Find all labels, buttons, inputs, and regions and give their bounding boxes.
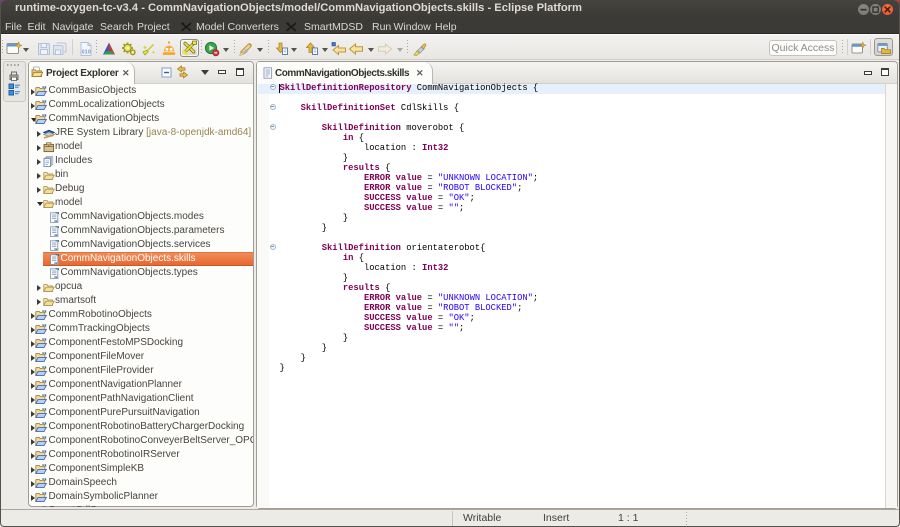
svg-text:010: 010 — [82, 50, 91, 56]
